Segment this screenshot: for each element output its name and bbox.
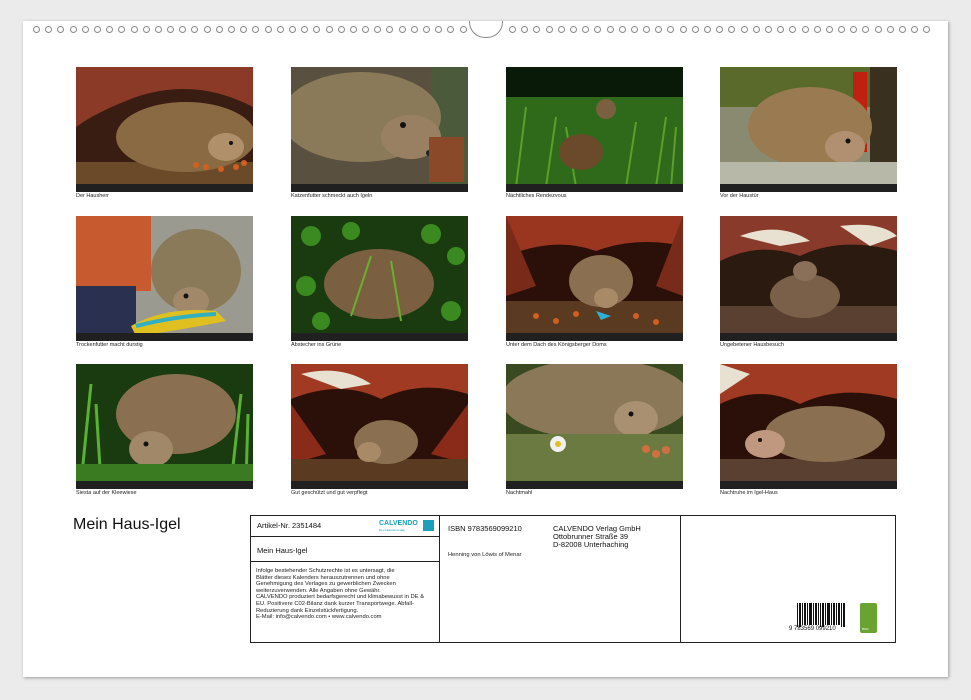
legal-text: Infolge bestehender Schutzrechte ist es …: [256, 568, 425, 621]
photo-katzenfutter: [291, 67, 468, 192]
caption-4: Vor der Haustür: [720, 193, 759, 199]
article-number: Artikel-Nr. 2351484: [257, 521, 322, 530]
hanger-icon: [469, 21, 503, 38]
caption-5: Trockenfutter macht durstig: [76, 342, 143, 348]
eco-badge-icon: eco: [860, 603, 877, 633]
calvendo-logo-subtitle: Der Kalenderverlag: [379, 528, 405, 532]
photo-koenigsberger-dom: [506, 216, 683, 341]
binding-holes-right: [509, 26, 931, 33]
photo-gut-geschuetzt: [291, 364, 468, 489]
caption-7: Unter dem Dach des Königsberger Doms: [506, 342, 607, 348]
calendar-title: Mein Haus-Igel: [73, 516, 181, 533]
photo-rendezvous: [506, 67, 683, 192]
photo-siesta: [76, 364, 253, 489]
caption-10: Gut geschützt und gut verpflegt: [291, 490, 368, 496]
photo-nachtruhe: [720, 364, 897, 489]
photo-haustuer: [720, 67, 897, 192]
caption-8: Ungebetener Hausbesuch: [720, 342, 784, 348]
caption-2: Katzenfutter schmeckt auch Igeln: [291, 193, 373, 199]
caption-6: Abstecher ins Grüne: [291, 342, 342, 348]
publisher-line-3: D-82008 Unterhaching: [553, 540, 629, 549]
article-row: Artikel-Nr. 2351484 CALVENDO Der Kalende…: [251, 516, 439, 537]
photo-abstecher: [291, 216, 468, 341]
caption-9: Siesta auf der Kleewiese: [76, 490, 137, 496]
photo-nachtmahl: [506, 364, 683, 489]
photo-hausbesuch: [720, 216, 897, 341]
info-column-left: Artikel-Nr. 2351484 CALVENDO Der Kalende…: [251, 516, 440, 642]
caption-11: Nachtmahl: [506, 490, 533, 496]
caption-12: Nachtruhe im Igel-Haus: [720, 490, 778, 496]
author: Henning von Löwis of Menar: [448, 552, 522, 558]
calvendo-mark-icon: [423, 520, 434, 531]
isbn: ISBN 9783569099210: [448, 524, 522, 533]
calvendo-logo: CALVENDO: [379, 520, 418, 527]
product-title: Mein Haus-Igel: [257, 546, 308, 555]
caption-3: Nächtliches Rendezvous: [506, 193, 567, 199]
photo-der-hausherr: [76, 67, 253, 192]
product-title-row: Mein Haus-Igel: [251, 537, 439, 562]
info-column-middle: ISBN 9783569099210 Henning von Löwis of …: [440, 516, 681, 642]
photo-trockenfutter: [76, 216, 253, 341]
calendar-page: Der Hausherr Katzenfutter schmeckt auch …: [23, 21, 948, 677]
info-box: Artikel-Nr. 2351484 CALVENDO Der Kalende…: [250, 515, 896, 643]
binding-holes-left: [33, 26, 467, 33]
caption-1: Der Hausherr: [76, 193, 110, 199]
barcode-number: 9 783569 099210: [789, 626, 836, 632]
